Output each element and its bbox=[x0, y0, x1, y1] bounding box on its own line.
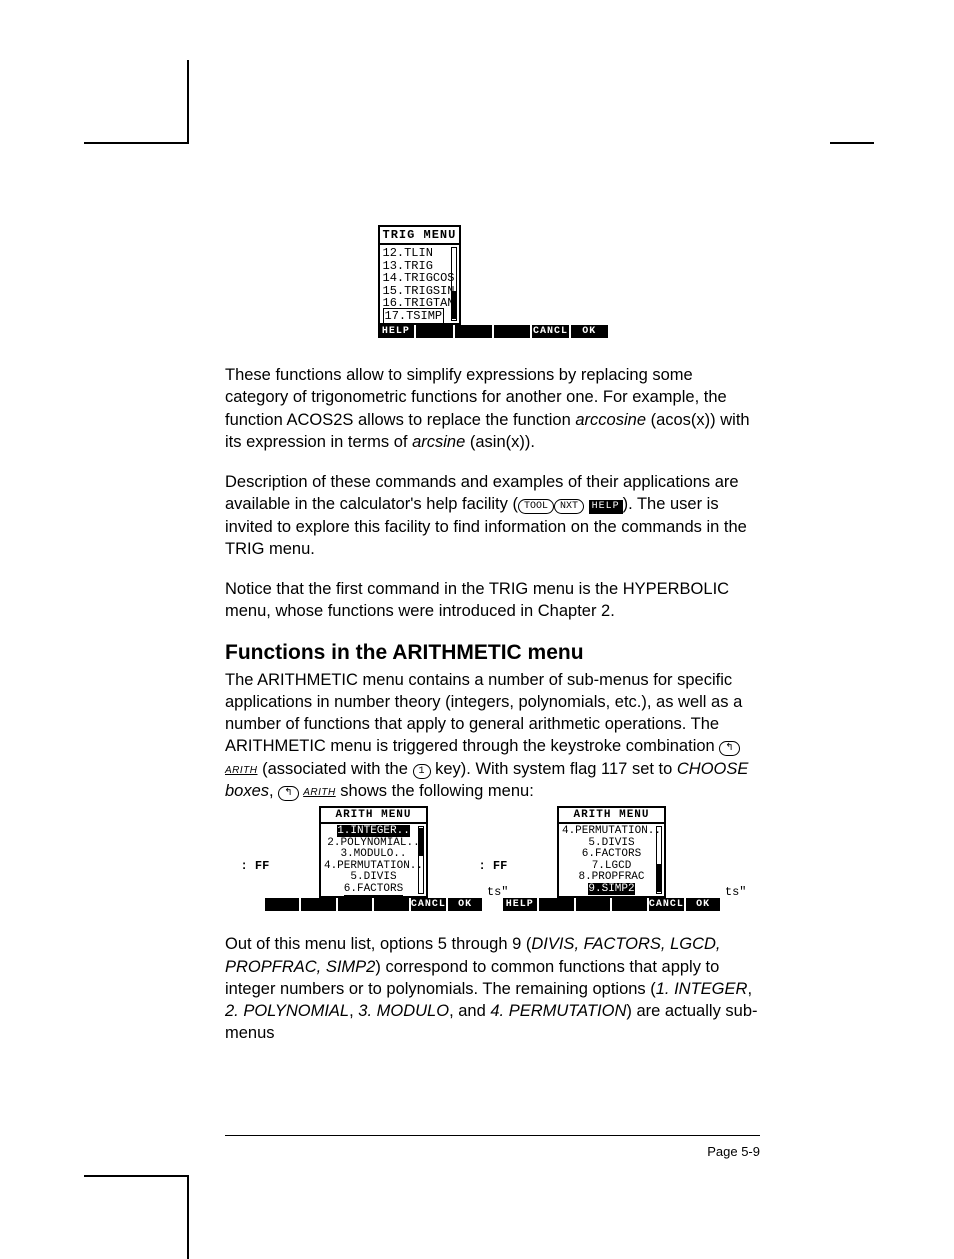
softkey-row: HELP CANCL OK bbox=[378, 325, 608, 338]
arith-menu-screenshots: : FF ts" ARITH MENU 1.INTEGER.. 2.POLYNO… bbox=[265, 806, 721, 911]
side-label-ff: : FF bbox=[241, 859, 270, 873]
paragraph-3: Notice that the first command in the TRI… bbox=[225, 578, 760, 623]
paragraph-1: These functions allow to simplify expres… bbox=[225, 364, 760, 453]
footer-rule bbox=[225, 1135, 760, 1136]
softkey-blank bbox=[494, 325, 533, 338]
screen-title: ARITH MENU bbox=[321, 808, 426, 824]
scrollbar bbox=[418, 826, 424, 894]
key-leftshift: ↰ bbox=[719, 741, 739, 756]
key-one: 1 bbox=[413, 764, 431, 779]
screen-title: TRIG MENU bbox=[380, 227, 460, 245]
paragraph-5: Out of this menu list, options 5 through… bbox=[225, 933, 760, 1044]
softlabel-help: HELP bbox=[589, 500, 623, 514]
softkey-blank bbox=[416, 325, 455, 338]
keylabel-arith: ARITH bbox=[303, 787, 336, 798]
key-tool: TOOL bbox=[518, 499, 554, 514]
softkey-help: HELP bbox=[378, 325, 417, 338]
softkey-cancl: CANCL bbox=[532, 325, 571, 338]
side-label-ff: : FF bbox=[479, 859, 508, 873]
paragraph-4: The ARITHMETIC menu contains a number of… bbox=[225, 669, 760, 803]
keylabel-arith: ARITH bbox=[225, 765, 258, 776]
softkey-ok: OK bbox=[571, 325, 608, 338]
screen-title: ARITH MENU bbox=[559, 808, 664, 824]
key-nxt: NXT bbox=[554, 499, 584, 514]
softkey-row: HELP CANCL OK bbox=[503, 898, 721, 911]
page-number: Page 5-9 bbox=[225, 1144, 760, 1159]
side-label-ts: ts" bbox=[725, 885, 747, 899]
menu-items: 1.INTEGER.. 2.POLYNOMIAL.. 3.MODULO.. 4.… bbox=[324, 826, 423, 895]
paragraph-2: Description of these commands and exampl… bbox=[225, 471, 760, 560]
key-leftshift: ↰ bbox=[278, 786, 298, 801]
scrollbar bbox=[656, 826, 662, 894]
scrollbar bbox=[451, 247, 457, 321]
trig-menu-screenshot: TRIG MENU 12.TLIN 13.TRIG 14.TRIGCOS 15.… bbox=[378, 225, 608, 338]
menu-items: 12.TLIN 13.TRIG 14.TRIGCOS 15.TRIGSIN 16… bbox=[383, 247, 457, 323]
softkey-row: CANCL OK bbox=[265, 898, 483, 911]
menu-items: 4.PERMUTATION.. 5.DIVIS 6.FACTORS 7.LGCD… bbox=[562, 826, 661, 895]
softkey-blank bbox=[455, 325, 494, 338]
heading-arithmetic: Functions in the ARITHMETIC menu bbox=[225, 641, 760, 665]
